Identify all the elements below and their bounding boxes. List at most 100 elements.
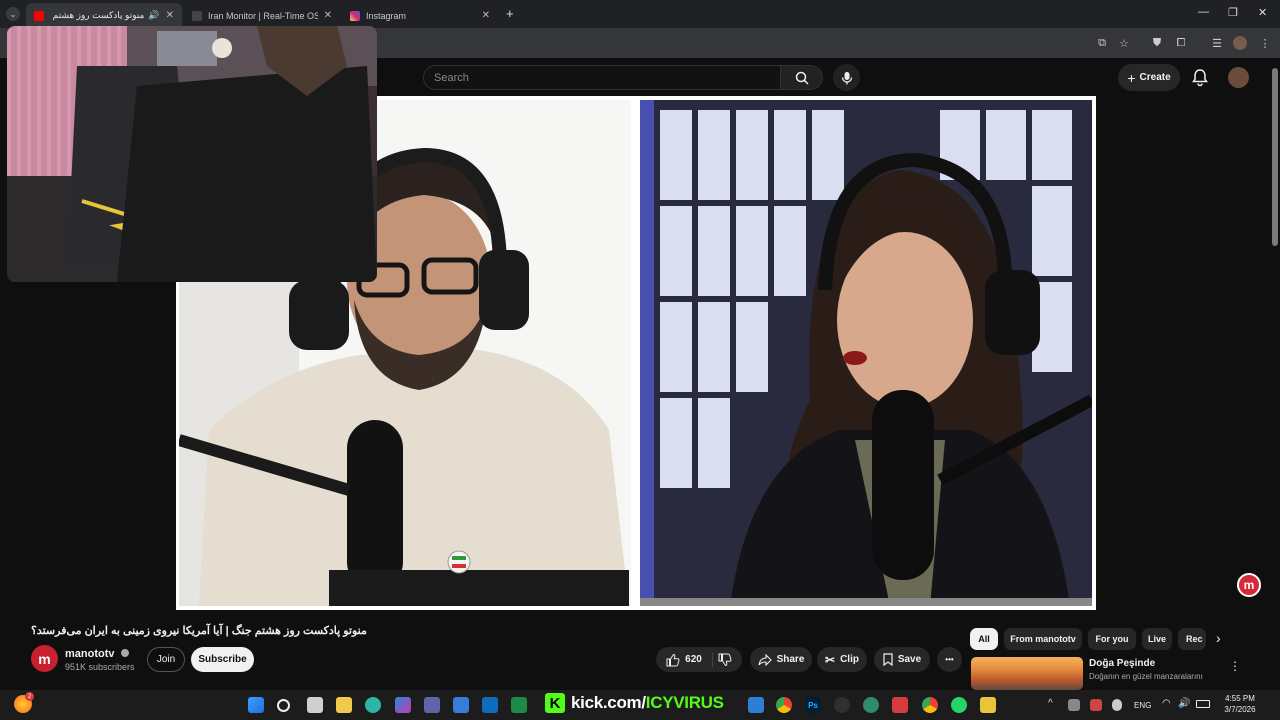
whatsapp-icon[interactable] <box>951 697 967 713</box>
tab-youtube-video[interactable]: منوتو پادکست روز هشتم جنگ 🔊 ✕ <box>26 3 182 28</box>
tab-close-icon[interactable]: ✕ <box>324 10 332 21</box>
more-actions-button[interactable]: ••• <box>937 647 962 672</box>
tab-search-icon[interactable]: ⌄ <box>6 7 20 21</box>
browser-tab-strip: ⌄ منوتو پادکست روز هشتم جنگ 🔊 ✕ Iran Mon… <box>0 0 1280 28</box>
extension-shield-icon[interactable]: ⛊ <box>1150 36 1164 50</box>
channel-avatar[interactable]: m <box>31 645 58 672</box>
tab-close-icon[interactable]: ✕ <box>482 10 490 21</box>
create-button[interactable]: + Create <box>1118 64 1180 91</box>
browser-menu-icon[interactable]: ⋮ <box>1258 36 1272 50</box>
app-icon-store[interactable] <box>482 697 498 713</box>
photoshop-icon[interactable]: Ps <box>805 697 821 713</box>
save-label: Save <box>897 654 922 665</box>
video-frame-right-host <box>640 100 1092 606</box>
chip-live[interactable]: Live <box>1142 628 1172 650</box>
voice-search-button[interactable] <box>833 64 860 91</box>
chip-from-channel[interactable]: From manototv <box>1004 628 1082 650</box>
page-scrollbar-thumb[interactable] <box>1272 68 1278 246</box>
thumbs-down-icon[interactable] <box>718 653 732 667</box>
edge-icon[interactable] <box>365 697 381 713</box>
channel-name-link[interactable]: manototv <box>65 648 129 660</box>
kick-url-prefix: kick.com/ <box>571 693 646 712</box>
channel-watermark-logo[interactable]: m <box>1237 573 1261 597</box>
minimize-button[interactable]: — <box>1198 6 1209 18</box>
tab-iran-monitor[interactable]: Iran Monitor | Real-Time OSINT ✕ <box>184 3 340 28</box>
like-count: 620 <box>685 654 702 665</box>
thumbs-up-icon <box>666 653 680 666</box>
clip-button[interactable]: ✂ Clip <box>817 647 867 672</box>
language-indicator[interactable]: ENG <box>1134 701 1151 710</box>
extensions-puzzle-icon[interactable]: ⧠ <box>1174 36 1188 50</box>
tab-close-icon[interactable]: ✕ <box>166 10 174 21</box>
close-window-button[interactable]: ✕ <box>1258 6 1267 19</box>
youtube-favicon-icon <box>34 10 44 21</box>
iran-monitor-favicon-icon <box>192 10 202 21</box>
recommended-video-menu-icon[interactable]: ⋮ <box>1229 659 1241 673</box>
profile-avatar-icon[interactable] <box>1233 36 1247 50</box>
user-avatar[interactable] <box>1228 67 1249 88</box>
tab-title: منوتو پادکست روز هشتم جنگ <box>50 10 145 20</box>
reading-list-icon[interactable]: ☰ <box>1210 36 1224 50</box>
share-button[interactable]: Share <box>750 647 812 672</box>
search-input[interactable]: Search <box>423 65 781 90</box>
vscode-icon[interactable] <box>748 697 764 713</box>
tray-app-icon[interactable] <box>1068 699 1080 711</box>
app-icon-blue[interactable] <box>453 697 469 713</box>
share-label: Share <box>776 654 805 665</box>
recommended-video-subtitle: Doğanın en güzel manzaralarını <box>1089 672 1203 681</box>
obs-icon[interactable] <box>834 697 850 713</box>
app-icon-red[interactable] <box>892 697 908 713</box>
notification-badge: 2 <box>25 692 34 701</box>
battery-icon[interactable] <box>1196 700 1210 708</box>
kick-logo-icon: K <box>545 693 565 713</box>
copilot-icon[interactable] <box>395 697 411 713</box>
teams-icon[interactable] <box>424 697 440 713</box>
recommended-video-thumbnail[interactable] <box>971 657 1083 690</box>
streamer-webcam-illustration: DXR <box>7 26 377 282</box>
search-button[interactable] <box>781 65 823 90</box>
tab-title: Instagram <box>366 10 407 21</box>
install-app-icon[interactable]: ⧉ <box>1095 36 1109 50</box>
clock-time: 4:55 PM <box>1225 694 1255 703</box>
bookmark-icon <box>883 653 893 666</box>
chrome-active-icon[interactable] <box>922 697 938 713</box>
tab-audio-icon[interactable]: 🔊 <box>148 10 159 21</box>
tray-microphone-icon[interactable] <box>1112 699 1122 711</box>
kick-url: kick.com/ICYVIRUS <box>571 693 724 713</box>
save-button[interactable]: Save <box>874 647 930 672</box>
app-icon-yellow[interactable] <box>980 697 996 713</box>
chip-for-you[interactable]: For you <box>1088 628 1136 650</box>
join-button[interactable]: Join <box>147 647 185 672</box>
file-explorer-icon[interactable] <box>336 697 352 713</box>
notifications-bell-icon[interactable] <box>1190 67 1210 87</box>
tray-app-icon-2[interactable] <box>1090 699 1102 711</box>
volume-icon[interactable]: 🔊 <box>1178 698 1190 709</box>
recommended-video-title[interactable]: Doğa Peşinde <box>1089 658 1155 669</box>
wifi-icon[interactable]: ◠ <box>1162 698 1171 709</box>
like-button[interactable]: 620 <box>666 652 713 667</box>
clock[interactable]: 4:55 PM 3/7/2026 <box>1218 693 1262 715</box>
search-icon <box>795 71 809 85</box>
app-icon-green[interactable] <box>511 697 527 713</box>
tray-chevron-icon[interactable]: ^ <box>1048 698 1053 709</box>
edge-dev-icon[interactable] <box>863 697 879 713</box>
chrome-icon[interactable] <box>776 697 792 713</box>
task-view-icon[interactable] <box>307 697 323 713</box>
clip-label: Clip <box>840 654 859 665</box>
kick-handle: ICYVIRUS <box>645 693 724 712</box>
host-woman-illustration <box>640 100 1092 606</box>
windows-start-icon[interactable] <box>248 697 264 713</box>
bookmark-star-icon[interactable]: ☆ <box>1117 36 1131 50</box>
chip-all[interactable]: All <box>970 628 998 650</box>
search-taskbar-icon[interactable] <box>277 699 290 712</box>
new-tab-button[interactable]: + <box>506 6 514 21</box>
subscribe-button[interactable]: Subscribe <box>191 647 254 672</box>
scissors-icon: ✂ <box>825 652 836 667</box>
restore-button[interactable]: ❐ <box>1228 6 1238 19</box>
tab-instagram[interactable]: Instagram ✕ <box>342 3 498 28</box>
kick-stream-overlay: K kick.com/ICYVIRUS <box>545 690 745 716</box>
chip-recent[interactable]: Rec <box>1178 628 1206 650</box>
streamer-webcam-overlay: DXR <box>7 26 377 282</box>
chips-next-chevron-icon[interactable]: › <box>1216 630 1221 646</box>
instagram-favicon-icon <box>350 10 360 21</box>
